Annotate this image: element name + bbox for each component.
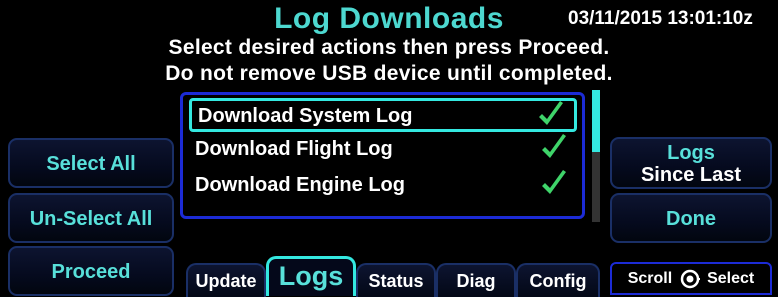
hint-select-label: Select — [707, 270, 755, 287]
checkmark-icon — [542, 170, 566, 194]
list-item-label: Download System Log — [198, 105, 413, 127]
logs-since-last-line1: Logs — [667, 142, 715, 164]
proceed-button[interactable]: Proceed — [8, 246, 174, 296]
list-item-system-log[interactable]: Download System Log — [189, 98, 577, 132]
logs-since-last-button[interactable]: Logs Since Last — [610, 137, 772, 189]
knob-icon — [680, 269, 700, 289]
datetime: 03/11/2015 13:01:10z — [568, 8, 753, 29]
list-item-engine-log[interactable]: Download Engine Log — [189, 170, 577, 204]
hint-scroll-label: Scroll — [627, 270, 673, 287]
list-item-flight-log[interactable]: Download Flight Log — [189, 134, 577, 168]
scroll-select-hint: Scroll Select — [610, 262, 772, 295]
tab-status[interactable]: Status — [356, 263, 436, 297]
instruction-line-1: Select desired actions then press Procee… — [168, 36, 610, 59]
list-item-label: Download Engine Log — [195, 174, 405, 196]
done-button[interactable]: Done — [610, 193, 772, 243]
select-all-button[interactable]: Select All — [8, 138, 174, 188]
tab-config[interactable]: Config — [516, 263, 600, 297]
checkmark-icon — [539, 101, 563, 125]
scrollbar-thumb[interactable] — [592, 90, 600, 152]
tab-diag[interactable]: Diag — [436, 263, 516, 297]
unselect-all-button[interactable]: Un-Select All — [8, 193, 174, 243]
log-list-panel: Download System Log Download Flight Log … — [180, 92, 585, 219]
checkmark-icon — [542, 134, 566, 158]
list-item-label: Download Flight Log — [195, 138, 393, 160]
instruction-line-2: Do not remove USB device until completed… — [165, 62, 613, 85]
tab-update[interactable]: Update — [186, 263, 266, 297]
tab-logs[interactable]: Logs — [266, 256, 356, 296]
logs-since-last-line2: Since Last — [640, 164, 742, 186]
